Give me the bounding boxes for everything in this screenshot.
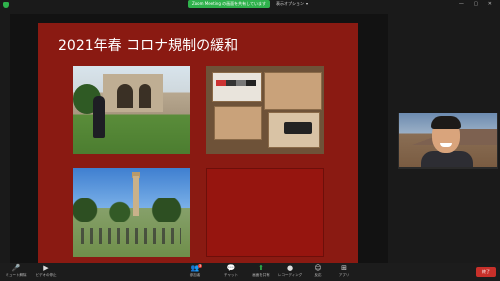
apps-label: アプリ — [338, 273, 350, 277]
chat-icon: 💬 — [226, 264, 236, 272]
unmute-label: ミュート解除 — [5, 273, 27, 277]
shield-icon[interactable] — [3, 2, 9, 8]
reactions-button[interactable]: ☺ 反応 — [304, 265, 332, 278]
shared-screen-area: 2021年春 コロナ規制の緩和 — [10, 14, 388, 265]
campus-building-photo — [73, 66, 190, 154]
stop-video-button[interactable]: ▶ ビデオの停止 — [32, 265, 60, 278]
chat-label: チャット — [224, 273, 238, 277]
box-shape — [212, 72, 262, 102]
video-icon: ▶ — [43, 264, 49, 272]
arch-shape — [117, 84, 133, 108]
reactions-icon: ☺ — [314, 264, 322, 272]
window-controls[interactable]: — ▢ ✕ — [459, 1, 496, 7]
share-screen-button[interactable]: ⬆ 画面を共有 — [247, 265, 275, 278]
trees-shape — [73, 198, 190, 222]
share-screen-label: 画面を共有 — [252, 273, 270, 277]
screen-share-status[interactable]: Zoom Meeting の画面を共有しています — [188, 0, 270, 8]
device-shape — [284, 122, 312, 134]
participants-button[interactable]: 👥 3 参加者 — [181, 264, 209, 278]
record-label: レコーディング — [277, 273, 303, 277]
campus-tower-lawn-photo — [73, 168, 190, 257]
empty-placeholder-box — [206, 168, 324, 257]
stop-video-label: ビデオの停止 — [35, 273, 57, 277]
people-shape — [81, 228, 181, 244]
hair-shape — [431, 116, 461, 129]
share-screen-icon: ⬆ — [258, 264, 264, 272]
chevron-down-icon: ▾ — [306, 1, 309, 6]
top-bar: Zoom Meeting の画面を共有しています 表示オプション ▾ — ▢ ✕ — [0, 0, 500, 10]
building-shape — [103, 74, 163, 112]
test-kit-boxes-photo — [206, 66, 324, 154]
box-shape — [214, 106, 262, 140]
mic-muted-icon: 🎤 — [11, 264, 21, 272]
person-shape — [93, 96, 105, 138]
participants-label: 参加者 — [189, 273, 201, 277]
reactions-label: 反応 — [314, 273, 322, 277]
box-shape — [264, 72, 322, 110]
view-options-menu[interactable]: 表示オプション ▾ — [276, 0, 308, 8]
chat-button[interactable]: 💬 チャット — [217, 265, 245, 278]
slide-title: 2021年春 コロナ規制の緩和 — [58, 38, 239, 54]
arch-shape — [139, 84, 151, 108]
apps-icon: ⊞ — [341, 264, 347, 272]
view-options-label: 表示オプション — [276, 1, 304, 6]
participant-video-panel — [398, 113, 498, 169]
end-meeting-button[interactable]: 終了 — [476, 267, 496, 277]
participant-video-tile[interactable] — [399, 113, 497, 167]
unmute-button[interactable]: 🎤 ミュート解除 — [2, 265, 30, 278]
presentation-slide: 2021年春 コロナ規制の緩和 — [38, 23, 358, 265]
meeting-toolbar: 🎤 ミュート解除 ▶ ビデオの停止 👥 3 参加者 💬 チャット ⬆ 画面を共有… — [0, 263, 500, 281]
record-button[interactable]: ● レコーディング — [276, 265, 304, 278]
shirt-shape — [421, 151, 473, 167]
participant-count-badge: 3 — [198, 264, 203, 268]
box-label-stripes — [216, 80, 256, 86]
apps-button[interactable]: ⊞ アプリ — [330, 265, 358, 278]
record-icon: ● — [286, 264, 294, 272]
